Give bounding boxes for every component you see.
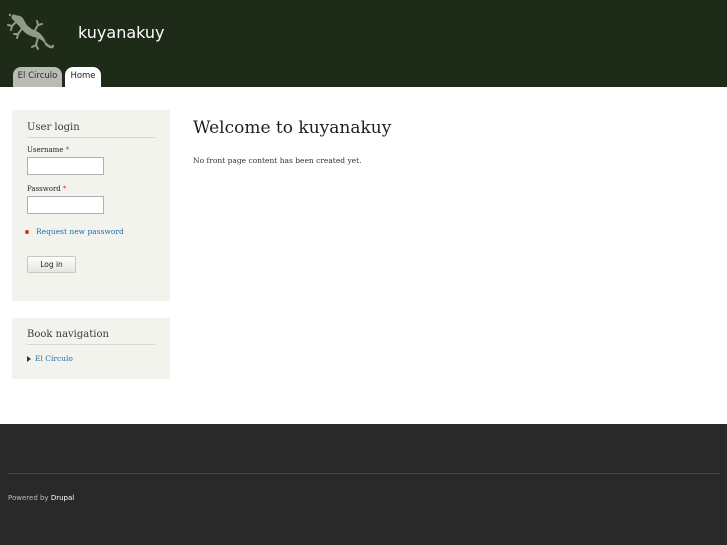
user-login-title: User login [27,122,155,138]
powered-by: Powered by Drupal [8,494,74,502]
front-page-message: No front page content has been created y… [193,156,362,165]
site-name[interactable]: kuyanakuy [78,23,165,42]
log-in-button[interactable]: Log in [27,256,76,273]
book-item-el-circulo[interactable]: El Círculo [35,354,73,363]
book-navigation-block: Book navigation El Círculo [12,318,170,379]
request-new-password-link[interactable]: Request new password [36,227,124,236]
site-footer: Powered by Drupal [0,424,727,545]
user-login-block: User login Username * Password * Request… [12,110,170,301]
powered-by-prefix: Powered by [8,494,49,502]
tab-home[interactable]: Home [65,67,101,87]
username-label: Username * [27,146,69,154]
bullet-icon [25,230,29,234]
password-field[interactable] [27,196,104,214]
book-navigation-title: Book navigation [27,329,155,345]
required-mark: * [65,146,70,154]
page-title: Welcome to kuyanakuy [193,118,392,138]
site-header: kuyanakuy El Circulo Home [0,0,727,87]
password-label-text: Password [27,185,61,193]
triangle-right-icon[interactable] [27,356,31,362]
username-field[interactable] [27,157,104,175]
tab-el-circulo[interactable]: El Circulo [13,67,62,87]
required-mark: * [63,185,67,193]
lizard-logo-icon[interactable] [6,10,54,52]
drupal-link[interactable]: Drupal [51,494,74,502]
username-label-text: Username [27,146,64,154]
footer-divider [8,473,720,474]
password-label: Password * [27,185,67,193]
